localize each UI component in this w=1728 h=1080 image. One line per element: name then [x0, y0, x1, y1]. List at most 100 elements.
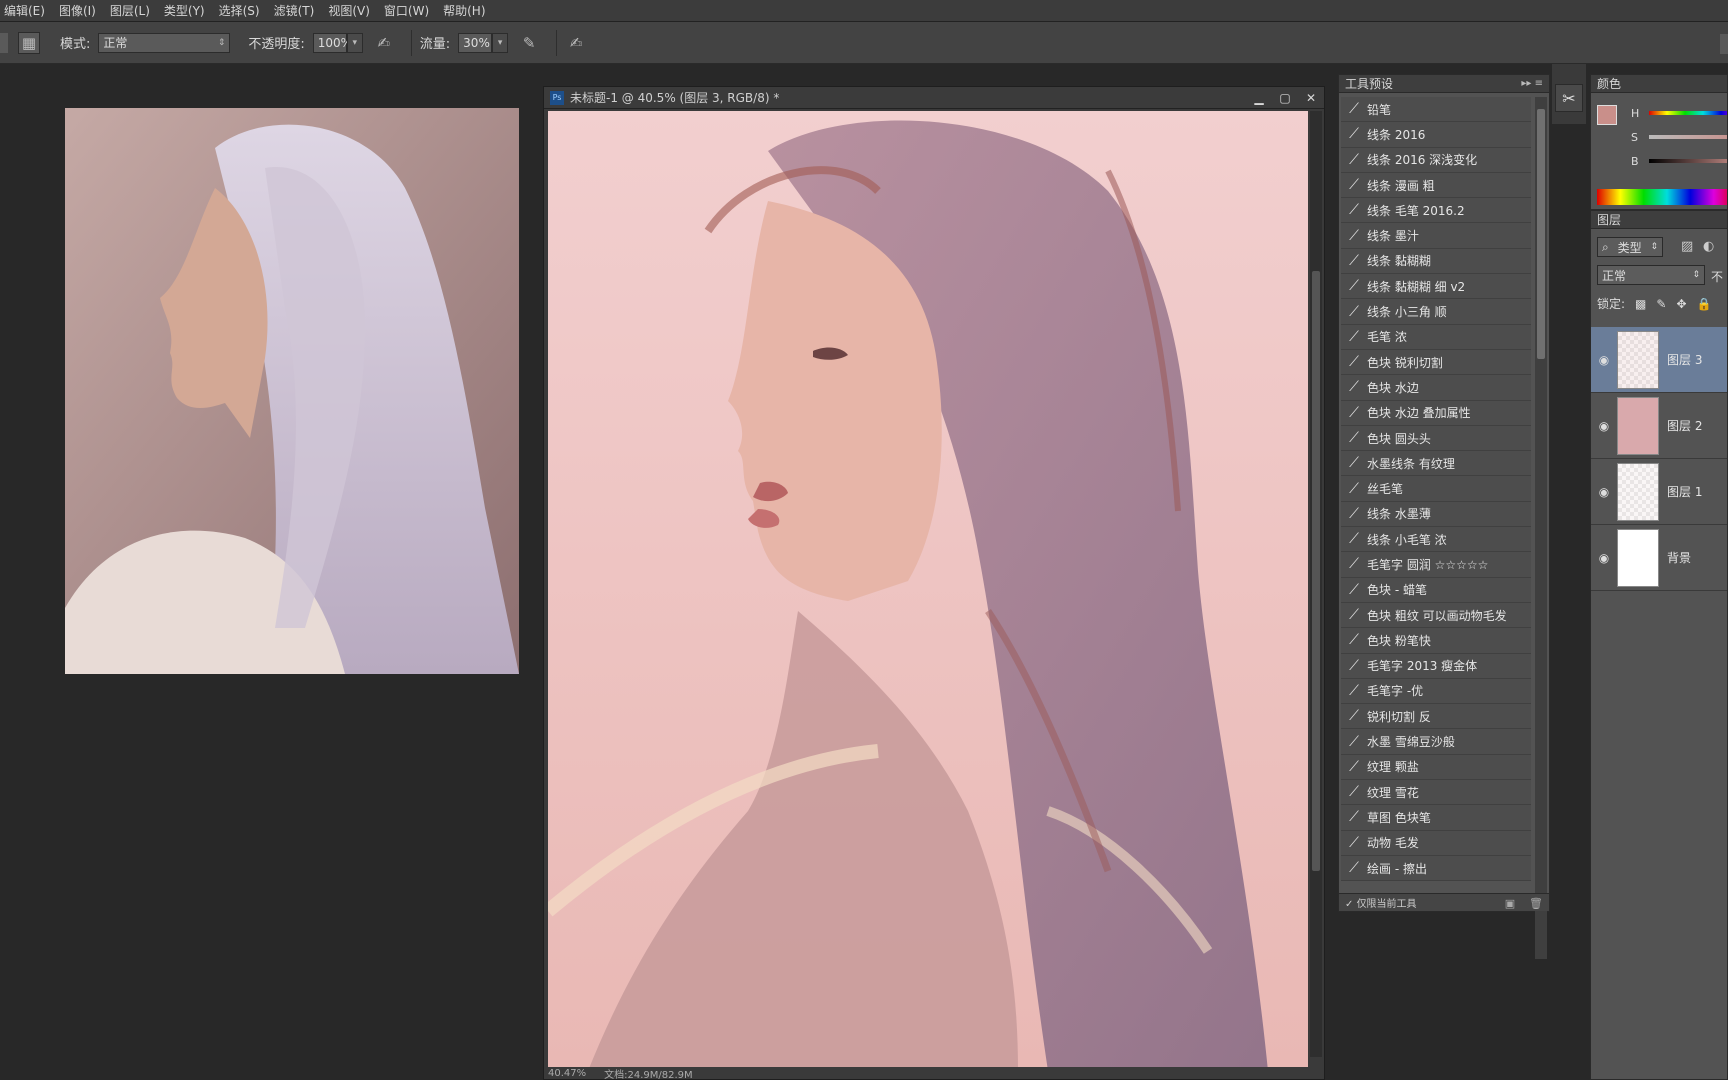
menu-edit[interactable]: 编辑(E) — [4, 2, 45, 19]
tool-preset-item[interactable]: ⟋ 毛笔字 圆润 ☆☆☆☆☆ — [1341, 552, 1531, 578]
filter-image-icon[interactable]: ▨ — [1681, 239, 1693, 254]
color-spectrum-ramp[interactable] — [1597, 189, 1727, 205]
filter-adjustment-icon[interactable]: ◐ — [1703, 239, 1714, 254]
tool-preset-item[interactable]: ⟋ 色块 圆头头 — [1341, 425, 1531, 452]
document-titlebar[interactable]: Ps 未标题-1 @ 40.5% (图层 3, RGB/8) * ▁ ▢ ✕ — [544, 87, 1324, 109]
color-tab[interactable]: 颜色 — [1591, 75, 1727, 93]
brush-panel-toggle-icon[interactable]: ▦ — [18, 31, 40, 54]
flow-dropdown[interactable]: ▾ — [492, 32, 509, 53]
menu-select[interactable]: 选择(S) — [219, 2, 260, 19]
tool-preset-item[interactable]: ⟋ 色块 粉笔快 — [1341, 628, 1531, 654]
lock-transparency-icon[interactable]: ▩ — [1635, 297, 1646, 311]
document-window: Ps 未标题-1 @ 40.5% (图层 3, RGB/8) * ▁ ▢ ✕ 4… — [543, 86, 1325, 1080]
tool-preset-item[interactable]: ⟋ 毛笔字 2013 瘦金体 — [1341, 653, 1531, 679]
hue-slider[interactable] — [1649, 111, 1727, 115]
lock-all-icon[interactable]: 🔒 — [1697, 297, 1712, 311]
tool-preset-item[interactable]: ⟋ 绘画 - 擦出 — [1341, 855, 1531, 882]
tool-preset-item[interactable]: ⟋ 动物 毛发 — [1341, 830, 1531, 856]
brush-icon: ⟋ — [1349, 126, 1359, 143]
tool-preset-item[interactable]: ⟋ 毛笔 浓 — [1341, 324, 1531, 350]
eye-icon[interactable]: ◉ — [1591, 419, 1617, 433]
brush-icon: ⟋ — [1349, 682, 1359, 699]
tool-preset-item[interactable]: ⟋ 线条 漫画 粗 — [1341, 172, 1531, 199]
tool-preset-item[interactable]: ⟋ 纹理 雪花 — [1341, 780, 1531, 806]
tool-preset-item[interactable]: ⟋ 色块 - 蜡笔 — [1341, 577, 1531, 603]
tool-presets-tab[interactable]: 工具预设 — [1345, 75, 1393, 92]
tool-preset-item[interactable]: ⟋ 锐利切割 反 — [1341, 704, 1531, 730]
brush-icon: ⟋ — [1349, 733, 1359, 750]
panel-menu-icon[interactable]: ▸▸ ≡ — [1521, 78, 1543, 89]
brush-icon: ⟋ — [1349, 303, 1359, 320]
tool-preset-item[interactable]: ⟋ 水墨线条 有纹理 — [1341, 451, 1531, 477]
tool-preset-item[interactable]: ⟋ 线条 2016 — [1341, 122, 1531, 148]
menu-type[interactable]: 类型(Y) — [164, 2, 205, 19]
tool-preset-item[interactable]: ⟋ 线条 墨汁 — [1341, 223, 1531, 249]
maximize-icon[interactable]: ▢ — [1272, 89, 1298, 107]
tool-preset-item[interactable]: ⟋ 线条 2016 深浅变化 — [1341, 147, 1531, 173]
tool-preset-item[interactable]: ⟋ 线条 黏糊糊 细 v2 — [1341, 274, 1531, 300]
brush-settings-icon[interactable]: ✂ — [1555, 84, 1583, 112]
layer-row[interactable]: ◉ 图层 2 — [1591, 393, 1727, 459]
pressure-size-icon[interactable]: ✍ — [565, 32, 587, 54]
scroll-thumb[interactable] — [1537, 109, 1545, 359]
minimize-icon[interactable]: ▁ — [1246, 89, 1272, 107]
layer-name: 图层 3 — [1667, 353, 1703, 367]
saturation-slider[interactable] — [1649, 135, 1727, 139]
scroll-thumb[interactable] — [1312, 271, 1320, 871]
layer-row[interactable]: ◉ 图层 1 — [1591, 459, 1727, 525]
tool-preset-item[interactable]: ⟋ 线条 小毛笔 浓 — [1341, 527, 1531, 553]
opacity-input[interactable]: 100% — [312, 32, 352, 53]
layers-tab[interactable]: 图层 — [1591, 211, 1727, 229]
layer-row[interactable]: ◉ 背景 — [1591, 525, 1727, 591]
tool-preset-picker[interactable] — [0, 32, 8, 53]
eye-icon[interactable]: ◉ — [1591, 485, 1617, 499]
menu-view[interactable]: 视图(V) — [328, 2, 370, 19]
pressure-opacity-icon[interactable]: ✍ — [373, 32, 395, 54]
tool-preset-item[interactable]: ⟋ 线条 黏糊糊 — [1341, 248, 1531, 275]
tool-preset-item[interactable]: ⟋ 草图 色块笔 — [1341, 805, 1531, 831]
blend-mode-select[interactable]: 正常 ⇕ — [1597, 265, 1705, 285]
menu-window[interactable]: 窗口(W) — [384, 2, 429, 19]
layer-filter-select[interactable]: ⌕ 类型 ⇕ — [1597, 237, 1663, 257]
tool-presets-list: ⟋ 铅笔 ⟋ 线条 2016 ⟋ 线条 2016 深浅变化 ⟋ 线条 漫画 粗 ⟋ 线条 毛笔 2… — [1341, 97, 1531, 959]
brightness-slider[interactable] — [1649, 159, 1727, 163]
presets-scrollbar[interactable] — [1535, 97, 1547, 959]
current-tool-only-checkbox[interactable]: ✓ 仅限当前工具 — [1345, 895, 1417, 910]
foreground-color-swatch[interactable] — [1597, 105, 1617, 125]
eye-icon[interactable]: ◉ — [1591, 551, 1617, 565]
flow-input[interactable]: 30% — [458, 32, 493, 53]
lock-pixels-icon[interactable]: ✎ — [1656, 297, 1666, 311]
close-icon[interactable]: ✕ — [1298, 89, 1324, 107]
opacity-dropdown[interactable]: ▾ — [346, 32, 363, 53]
trash-icon[interactable]: 🗑 — [1529, 897, 1543, 910]
tool-preset-item[interactable]: ⟋ 色块 锐利切割 — [1341, 349, 1531, 376]
tool-preset-item[interactable]: ⟋ 丝毛笔 — [1341, 476, 1531, 502]
zoom-readout[interactable]: 40.47% — [548, 1068, 586, 1079]
tool-preset-item[interactable]: ⟋ 铅笔 — [1341, 97, 1531, 123]
tool-preset-item[interactable]: ⟋ 色块 粗纹 可以画动物毛发 — [1341, 602, 1531, 629]
tool-preset-item[interactable]: ⟋ 色块 水边 叠加属性 — [1341, 400, 1531, 426]
menu-help[interactable]: 帮助(H) — [443, 2, 485, 19]
tool-preset-item[interactable]: ⟋ 线条 毛笔 2016.2 — [1341, 198, 1531, 224]
tool-preset-item[interactable]: ⟋ 线条 水墨薄 — [1341, 501, 1531, 528]
airbrush-icon[interactable]: ✎ — [518, 32, 540, 54]
vertical-scrollbar[interactable] — [1310, 111, 1322, 1057]
layer-thumbnail — [1617, 330, 1659, 389]
menu-layer[interactable]: 图层(L) — [110, 2, 150, 19]
canvas[interactable] — [548, 111, 1308, 1071]
tool-preset-item[interactable]: ⟋ 线条 小三角 顺 — [1341, 299, 1531, 325]
tool-preset-label: 线条 黏糊糊 细 v2 — [1367, 279, 1466, 294]
new-preset-icon[interactable]: ▣ — [1505, 897, 1515, 910]
menu-image[interactable]: 图像(I) — [59, 2, 96, 19]
lock-position-icon[interactable]: ✥ — [1676, 297, 1686, 311]
tool-preset-label: 线条 黏糊糊 — [1367, 254, 1431, 269]
tool-preset-item[interactable]: ⟋ 纹理 颗盐 — [1341, 754, 1531, 781]
mode-select[interactable]: 正常 ⇕ — [98, 32, 231, 53]
layer-row[interactable]: ◉ 图层 3 — [1591, 327, 1727, 393]
tool-preset-item[interactable]: ⟋ 水墨 雪绵豆沙般 — [1341, 729, 1531, 755]
menu-filter[interactable]: 滤镜(T) — [274, 2, 315, 19]
tool-preset-item[interactable]: ⟋ 色块 水边 — [1341, 375, 1531, 401]
eye-icon[interactable]: ◉ — [1591, 353, 1617, 367]
tool-preset-item[interactable]: ⟋ 毛笔字 -优 — [1341, 678, 1531, 705]
blend-mode-value: 正常 — [1602, 268, 1627, 283]
